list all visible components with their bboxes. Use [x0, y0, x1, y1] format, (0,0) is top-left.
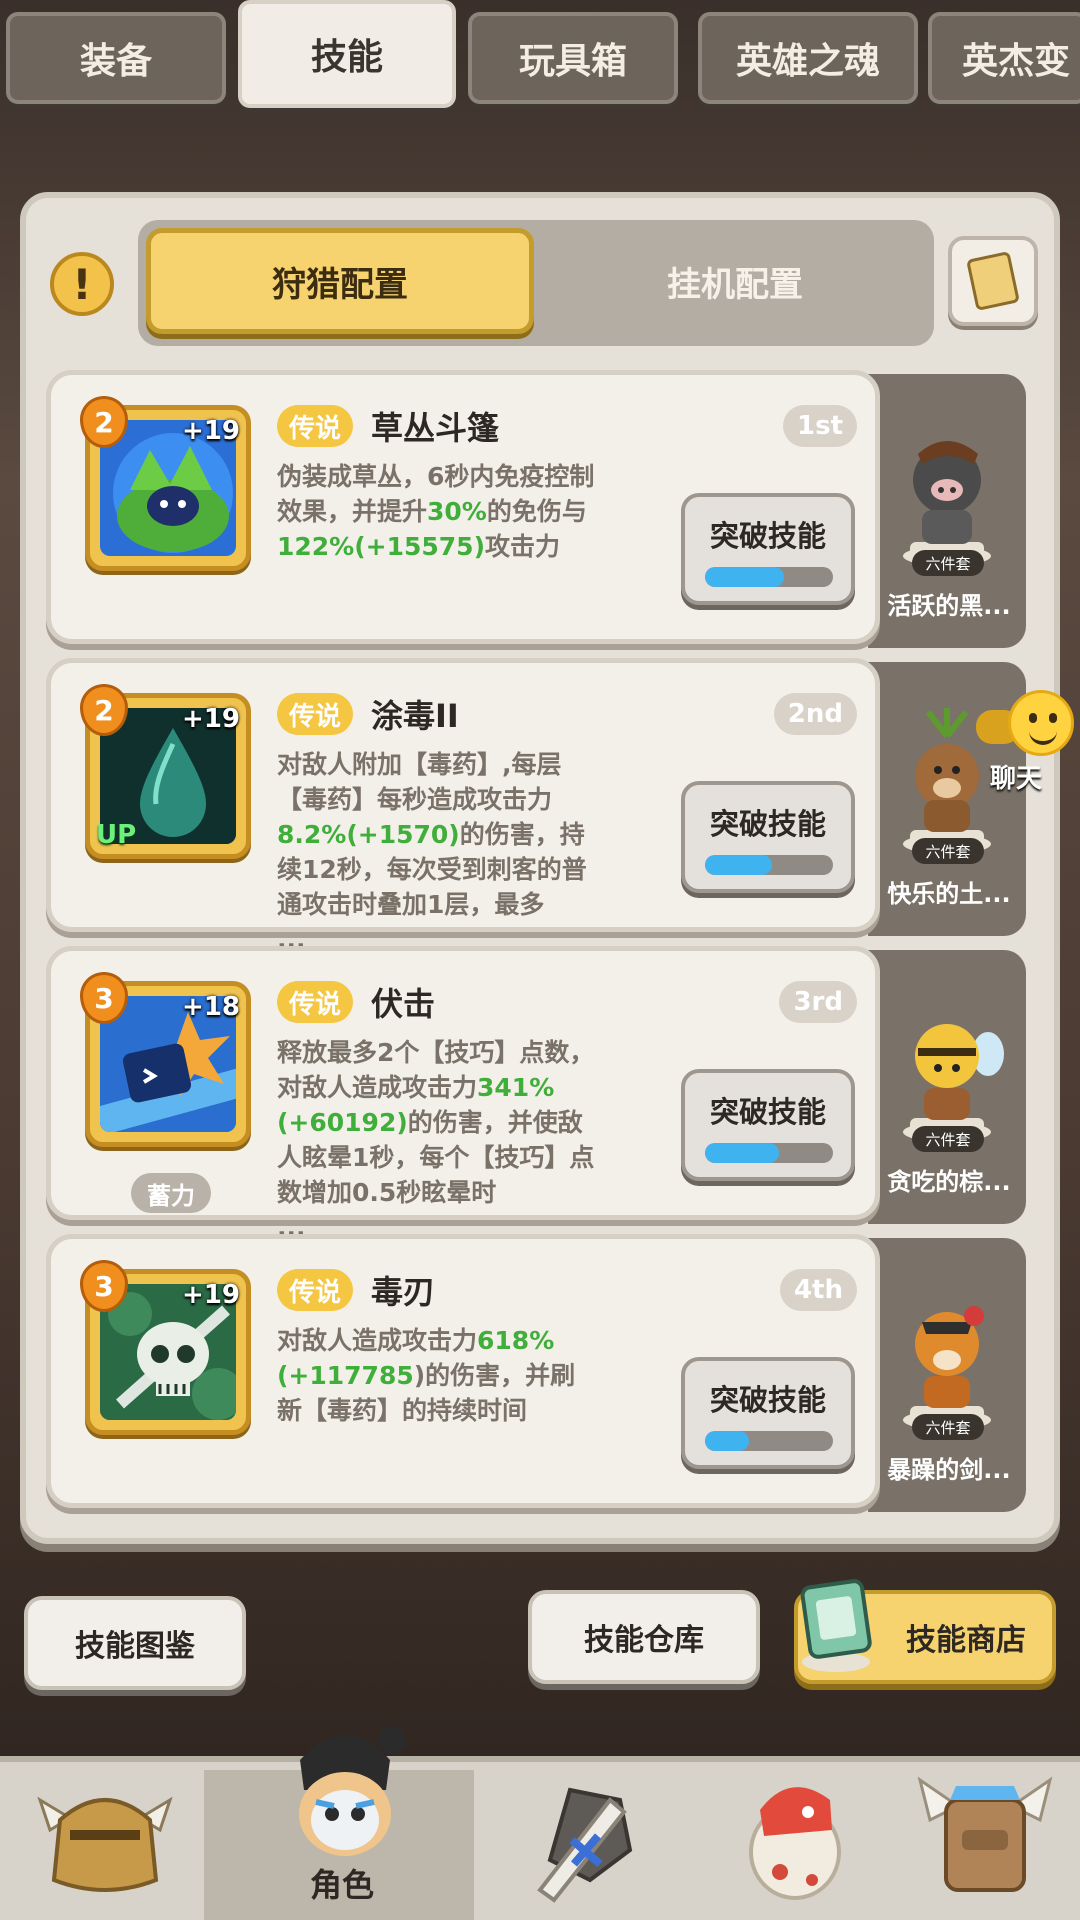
skill-icon-frame[interactable]: 3 +18 — [80, 972, 251, 1147]
breakthrough-label: 突破技能 — [709, 519, 826, 553]
set-badge: 六件套 — [912, 1414, 984, 1440]
nav-pet-icon[interactable] — [720, 1760, 870, 1910]
skill-rank: 3rd — [779, 981, 857, 1023]
skill-description: 伪装成草丛，6秒内免疫控制效果，并提升30%的免伤与122%(+15575)攻击… — [277, 462, 595, 561]
dog-figure-icon — [903, 1306, 991, 1430]
boar-figure-icon — [903, 441, 991, 566]
rarity-tag: 传说 — [277, 981, 354, 1023]
breakthrough-label: 突破技能 — [709, 1095, 826, 1129]
skill-rank: 2nd — [773, 693, 857, 735]
chat-emoji-icon — [1008, 690, 1074, 756]
skill-name: 伏击 — [371, 985, 436, 1023]
breakthrough-progress — [705, 1431, 833, 1451]
skill-plus-level: +19 — [182, 416, 240, 446]
skill-rank: 1st — [783, 405, 857, 447]
tab-hero-transform[interactable]: 英杰变 — [928, 12, 1080, 104]
rarity-tag: 传说 — [277, 405, 354, 447]
nav-character-label: 角色 — [309, 1866, 374, 1904]
set-badge: 六件套 — [912, 838, 984, 864]
skill-warehouse-button[interactable]: 技能仓库 — [528, 1590, 760, 1684]
breakthrough-button[interactable]: 突破技能 — [681, 1069, 855, 1181]
chat-button[interactable]: 聊天 — [976, 690, 1080, 794]
idle-config-tab[interactable]: 挂机配置 — [540, 228, 930, 334]
skill-icon-frame[interactable]: 2 +19 — [80, 396, 251, 571]
skill-card[interactable]: 2 +19 UP 传说 涂毒II 2nd 对敌人附加【毒药】,每层【毒药】每秒造… — [46, 658, 880, 954]
skill-description: 对敌人造成攻击力618%(+117785)的伤害，并刷新【毒药】的持续时间 — [277, 1326, 576, 1425]
breakthrough-progress — [705, 855, 833, 875]
nav-weapon-icon[interactable] — [510, 1760, 660, 1910]
rarity-tag: 传说 — [277, 693, 354, 735]
set-box[interactable]: 六件套 活跃的黑... — [868, 374, 1026, 648]
tab-equipment[interactable]: 装备 — [6, 12, 226, 104]
skill-icon-frame[interactable]: 2 +19 UP — [80, 684, 251, 859]
bee-bear-figure-icon — [903, 1024, 1004, 1142]
skill-plus-level: +19 — [182, 1280, 240, 1310]
breakthrough-label: 突破技能 — [709, 807, 826, 841]
skill-icon-frame[interactable]: 3 +19 — [80, 1260, 251, 1435]
skill-name: 涂毒II — [371, 697, 459, 735]
set-badge: 六件套 — [912, 1126, 984, 1152]
scroll-hand-icon[interactable] — [948, 236, 1038, 326]
skill-up-indicator: UP — [96, 820, 137, 850]
skill-plus-level: +18 — [182, 992, 240, 1022]
skill-rank: 4th — [779, 1269, 857, 1311]
nav-character-icon[interactable] — [260, 1710, 430, 1880]
rarity-tag: 传说 — [277, 1269, 354, 1311]
set-box[interactable]: 六件套 贪吃的棕... — [868, 950, 1026, 1224]
tab-skills[interactable]: 技能 — [238, 0, 456, 108]
tab-toybox[interactable]: 玩具箱 — [468, 12, 678, 104]
warning-icon[interactable]: ! — [50, 252, 114, 316]
set-name: 活跃的黑... — [887, 592, 1011, 620]
skill-name: 草丛斗篷 — [371, 409, 500, 447]
set-name: 暴躁的剑... — [887, 1456, 1011, 1484]
breakthrough-button[interactable]: 突破技能 — [681, 493, 855, 605]
skill-codex-button[interactable]: 技能图鉴 — [24, 1596, 246, 1690]
hunt-config-tab[interactable]: 狩猎配置 — [146, 228, 534, 334]
breakthrough-progress — [705, 1143, 833, 1163]
breakthrough-button[interactable]: 突破技能 — [681, 781, 855, 893]
breakthrough-progress — [705, 567, 833, 587]
skill-plus-level: +19 — [182, 704, 240, 734]
skill-name: 毒刃 — [371, 1273, 436, 1311]
breakthrough-button[interactable]: 突破技能 — [681, 1357, 855, 1469]
skill-description: 对敌人附加【毒药】,每层【毒药】每秒造成攻击力8.2%(+1570)的伤害，持续… — [277, 750, 587, 954]
top-tab-bar: 装备 技能 玩具箱 英雄之魂 英杰变 — [0, 0, 1080, 110]
skill-shop-icon — [800, 1579, 872, 1672]
skill-card[interactable]: 2 +19 传说 草丛斗篷 1st 伪装成草丛，6秒内免疫控制效果，并提升30%… — [46, 370, 880, 644]
breakthrough-label: 突破技能 — [709, 1383, 826, 1417]
skill-card[interactable]: 3 +18 蓄力 传说 伏击 3rd 释放最多2个【技巧】点数，对敌人造成攻击力… — [46, 946, 880, 1242]
set-badge: 六件套 — [912, 550, 984, 576]
set-name: 贪吃的棕... — [887, 1168, 1011, 1196]
nav-caveman-icon[interactable] — [30, 1760, 180, 1910]
skill-description: 释放最多2个【技巧】点数，对敌人造成攻击力341%(+60192)的伤害，并使敌… — [277, 1038, 595, 1242]
tab-hero-soul[interactable]: 英雄之魂 — [698, 12, 918, 104]
skill-card[interactable]: 3 +19 传说 毒刃 4th 对敌人造成攻击力618%(+117785)的伤害… — [46, 1234, 880, 1508]
nav-totem-icon[interactable] — [910, 1760, 1060, 1910]
set-box[interactable]: 六件套 暴躁的剑... — [868, 1238, 1026, 1512]
set-name: 快乐的土... — [887, 880, 1011, 908]
charge-tag: 蓄力 — [131, 1173, 211, 1213]
chat-label: 聊天 — [990, 764, 1043, 794]
